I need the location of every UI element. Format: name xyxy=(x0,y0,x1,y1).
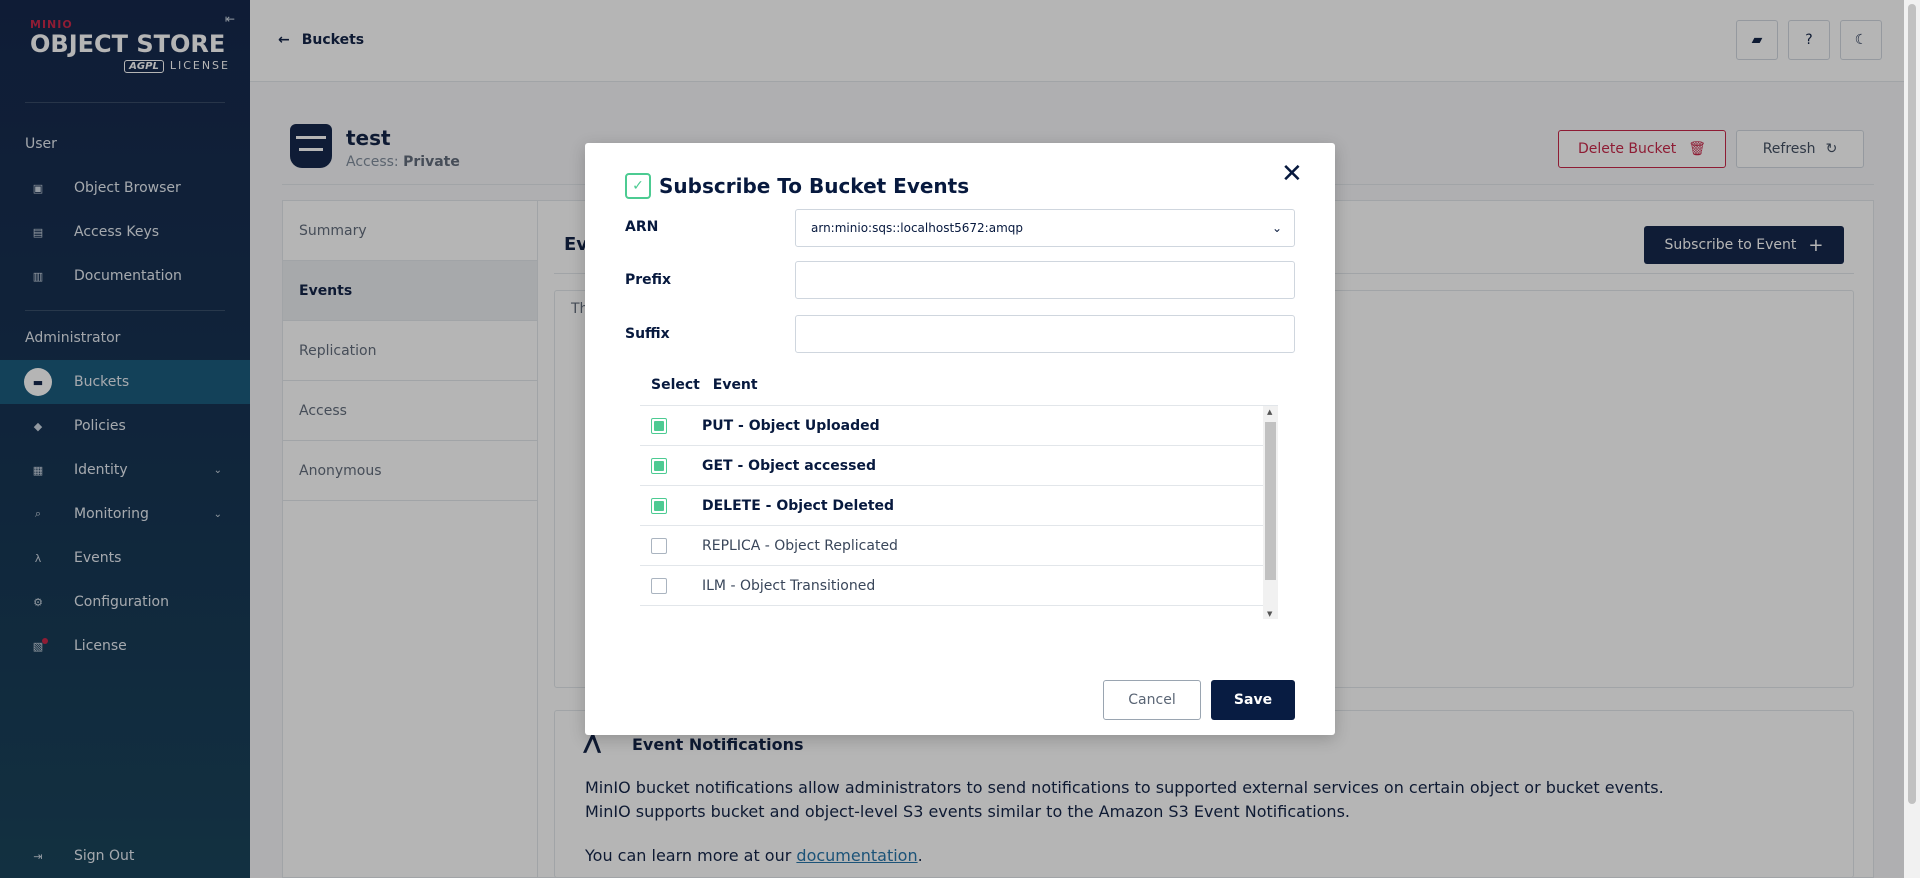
col-select: Select xyxy=(651,377,700,393)
modal-title: ✓ Subscribe To Bucket Events xyxy=(625,173,969,199)
col-event: Event xyxy=(712,377,758,393)
scroll-up-icon[interactable]: ▲ xyxy=(1267,408,1272,416)
list-item[interactable]: REPLICA - Object Replicated xyxy=(640,526,1263,566)
event-label: DELETE - Object Deleted xyxy=(702,497,895,514)
prefix-label: Prefix xyxy=(625,272,672,288)
save-button[interactable]: Save xyxy=(1211,680,1295,720)
event-label: ILM - Object Transitioned xyxy=(702,577,876,594)
scroll-down-icon[interactable]: ▼ xyxy=(1267,610,1272,618)
arn-label: ARN xyxy=(625,219,659,235)
page-scrollbar[interactable] xyxy=(1904,0,1920,878)
checkbox-put[interactable] xyxy=(651,417,667,434)
arn-select[interactable]: arn:minio:sqs::localhost5672:amqp ⌄ xyxy=(795,209,1295,247)
checkbox-replica[interactable] xyxy=(651,537,667,554)
events-scroll-thumb[interactable] xyxy=(1265,422,1276,580)
chevron-down-icon: ⌄ xyxy=(1271,221,1282,235)
events-header: Select Event xyxy=(651,377,758,393)
list-item[interactable]: GET - Object accessed xyxy=(640,446,1263,486)
page-scroll-thumb[interactable] xyxy=(1908,4,1916,804)
suffix-label: Suffix xyxy=(625,326,670,342)
suffix-input[interactable] xyxy=(795,315,1295,353)
events-scrollbar[interactable]: ▲ ▼ xyxy=(1263,406,1278,619)
modal-title-text: Subscribe To Bucket Events xyxy=(659,174,970,198)
checkbox-ilm[interactable] xyxy=(651,577,667,594)
close-icon[interactable]: ✕ xyxy=(1281,159,1303,189)
calendar-check-icon: ✓ xyxy=(625,173,651,199)
cancel-button[interactable]: Cancel xyxy=(1103,680,1201,720)
events-list: PUT - Object Uploaded GET - Object acces… xyxy=(640,405,1278,619)
event-label: REPLICA - Object Replicated xyxy=(702,537,898,554)
checkbox-get[interactable] xyxy=(651,457,667,474)
checkbox-delete[interactable] xyxy=(651,497,667,514)
event-label: GET - Object accessed xyxy=(702,457,876,474)
subscribe-modal: ✓ Subscribe To Bucket Events ✕ ARN arn:m… xyxy=(585,143,1335,735)
prefix-input[interactable] xyxy=(795,261,1295,299)
list-item[interactable]: ILM - Object Transitioned xyxy=(640,566,1263,606)
list-item[interactable]: PUT - Object Uploaded xyxy=(640,406,1263,446)
list-item[interactable]: DELETE - Object Deleted xyxy=(640,486,1263,526)
event-label: PUT - Object Uploaded xyxy=(702,417,880,434)
arn-value: arn:minio:sqs::localhost5672:amqp xyxy=(811,221,1024,235)
